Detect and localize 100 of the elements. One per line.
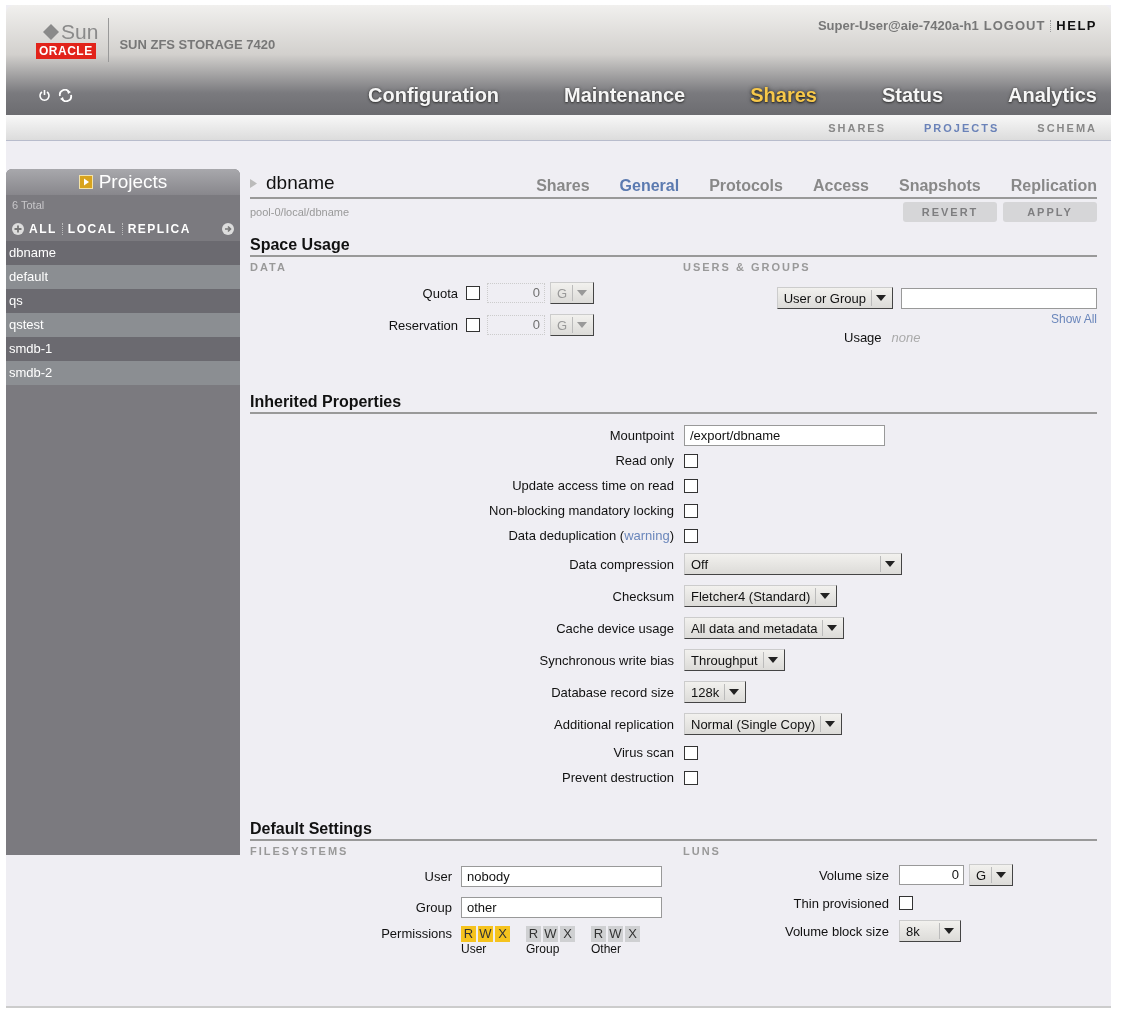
user-search-field[interactable] <box>901 287 1097 309</box>
field-label: Non-blocking mandatory locking <box>488 503 674 518</box>
unit-dropdown[interactable]: G <box>969 864 1014 886</box>
refresh-icon[interactable] <box>58 88 73 102</box>
field-label: Database record size <box>550 684 674 700</box>
section-heading: Default Settings <box>250 809 1097 841</box>
brand-badge: ORACLE <box>36 43 96 59</box>
checkbox[interactable] <box>684 478 698 493</box>
project-item[interactable]: default <box>6 265 240 289</box>
warning-link[interactable]: warning <box>624 528 670 543</box>
project-tab[interactable]: Shares <box>536 177 590 195</box>
checkbox[interactable] <box>684 770 698 785</box>
field-label: Prevent destruction <box>561 770 674 785</box>
help-link[interactable]: HELP <box>1056 18 1097 33</box>
permission-toggle[interactable]: R <box>526 926 541 942</box>
size-field[interactable]: 0 <box>487 315 545 335</box>
permission-toggle[interactable]: W <box>478 926 493 942</box>
permission-toggle[interactable]: R <box>591 926 606 942</box>
nav-tab[interactable]: Configuration <box>368 83 500 107</box>
permission-toggle[interactable]: W <box>608 926 623 942</box>
user-field[interactable]: nobody <box>461 866 662 887</box>
project-item[interactable]: smdb-1 <box>6 337 240 361</box>
field-label: Data deduplication (warning) <box>507 528 674 543</box>
permission-toggle[interactable]: X <box>495 926 510 942</box>
project-tab[interactable]: Snapshots <box>898 177 981 195</box>
block-size-dropdown[interactable]: 8k <box>899 920 961 942</box>
project-tab[interactable]: Access <box>812 177 869 195</box>
field-label: Permissions <box>380 926 452 941</box>
section-heading: Space Usage <box>250 225 1097 257</box>
field-label: Volume block size <box>783 923 889 939</box>
permission-toggle[interactable]: X <box>560 926 575 942</box>
project-item[interactable]: qs <box>6 289 240 313</box>
subnav-tab[interactable]: SCHEMA <box>1037 121 1097 134</box>
power-icon[interactable] <box>38 88 51 102</box>
field-label: Thin provisioned <box>792 895 889 911</box>
property-dropdown[interactable]: Off <box>684 553 902 575</box>
user-group-dropdown[interactable]: User or Group <box>776 287 893 309</box>
nav-tab[interactable]: Analytics <box>1008 83 1097 107</box>
size-field[interactable]: 0 <box>487 283 545 303</box>
permission-group-label: Other <box>591 942 622 956</box>
field-label: Virus scan <box>612 745 674 760</box>
field-label: Quota <box>421 285 458 301</box>
checkbox[interactable] <box>684 528 698 543</box>
field-label: Read only <box>614 453 674 468</box>
checkbox[interactable] <box>684 453 698 468</box>
sidebar-title: Projects <box>98 171 168 193</box>
user-name: Super-User@aie-7420a-h1 <box>817 18 979 33</box>
filter-link[interactable]: LOCAL <box>67 222 117 236</box>
project-tab[interactable]: Protocols <box>709 177 783 195</box>
project-tab[interactable]: General <box>619 177 680 195</box>
property-dropdown[interactable]: Throughput <box>684 649 785 671</box>
usage-value: none <box>891 330 921 345</box>
permission-group-label: User <box>461 942 488 956</box>
property-dropdown[interactable]: 128k <box>684 681 747 703</box>
filter-link[interactable]: REPLICA <box>127 222 191 236</box>
checkbox[interactable] <box>466 286 480 300</box>
volume-size-field[interactable]: 0 <box>899 865 964 885</box>
column-caption: LUNS <box>683 844 722 859</box>
field-label: Group <box>414 900 452 915</box>
nav-tab[interactable]: Shares <box>750 83 817 107</box>
column-caption: DATA <box>250 260 288 275</box>
checkbox[interactable] <box>466 318 480 332</box>
permission-toggle[interactable]: W <box>543 926 558 942</box>
mountpoint-field[interactable]: /export/dbname <box>684 425 885 446</box>
checkbox[interactable] <box>684 503 698 518</box>
permission-toggle[interactable]: X <box>625 926 640 942</box>
add-icon[interactable] <box>12 223 24 235</box>
diamond-logo-icon <box>42 23 60 41</box>
field-label: Synchronous write bias <box>538 652 674 668</box>
play-box-icon <box>78 175 93 189</box>
field-label: Data compression <box>568 556 674 572</box>
subnav-tab[interactable]: PROJECTS <box>924 121 1000 134</box>
usage-label: Usage <box>844 330 882 345</box>
product-title: SUN ZFS STORAGE 7420 <box>119 36 276 52</box>
show-all-link[interactable]: Show All <box>1050 312 1097 326</box>
field-label: Update access time on read <box>511 478 674 493</box>
field-label: User <box>423 869 452 884</box>
project-item[interactable]: qstest <box>6 313 240 337</box>
subnav-tab[interactable]: SHARES <box>828 121 887 134</box>
column-caption: USERS & GROUPS <box>683 260 812 275</box>
permission-toggle[interactable]: R <box>461 926 476 942</box>
arrow-icon[interactable] <box>222 223 234 235</box>
nav-tab[interactable]: Maintenance <box>564 83 686 107</box>
project-item[interactable]: dbname <box>6 241 240 265</box>
nav-tab[interactable]: Status <box>881 83 944 107</box>
property-dropdown[interactable]: Normal (Single Copy) <box>684 713 843 735</box>
property-dropdown[interactable]: All data and metadata <box>684 617 845 639</box>
field-label: Reservation <box>387 317 458 333</box>
property-dropdown[interactable]: Fletcher4 (Standard) <box>684 585 838 607</box>
filter-link[interactable]: ALL <box>29 222 57 236</box>
field-label: Checksum <box>611 588 674 604</box>
column-caption: FILESYSTEMS <box>250 844 350 859</box>
project-tab[interactable]: Replication <box>1010 177 1097 195</box>
field-label: Mountpoint <box>608 428 674 443</box>
group-field[interactable]: other <box>461 897 662 918</box>
project-item[interactable]: smdb-2 <box>6 361 240 385</box>
checkbox[interactable] <box>684 745 698 760</box>
logout-link[interactable]: LOGOUT <box>983 18 1046 33</box>
checkbox[interactable] <box>899 896 913 910</box>
field-label: Cache device usage <box>555 620 674 636</box>
